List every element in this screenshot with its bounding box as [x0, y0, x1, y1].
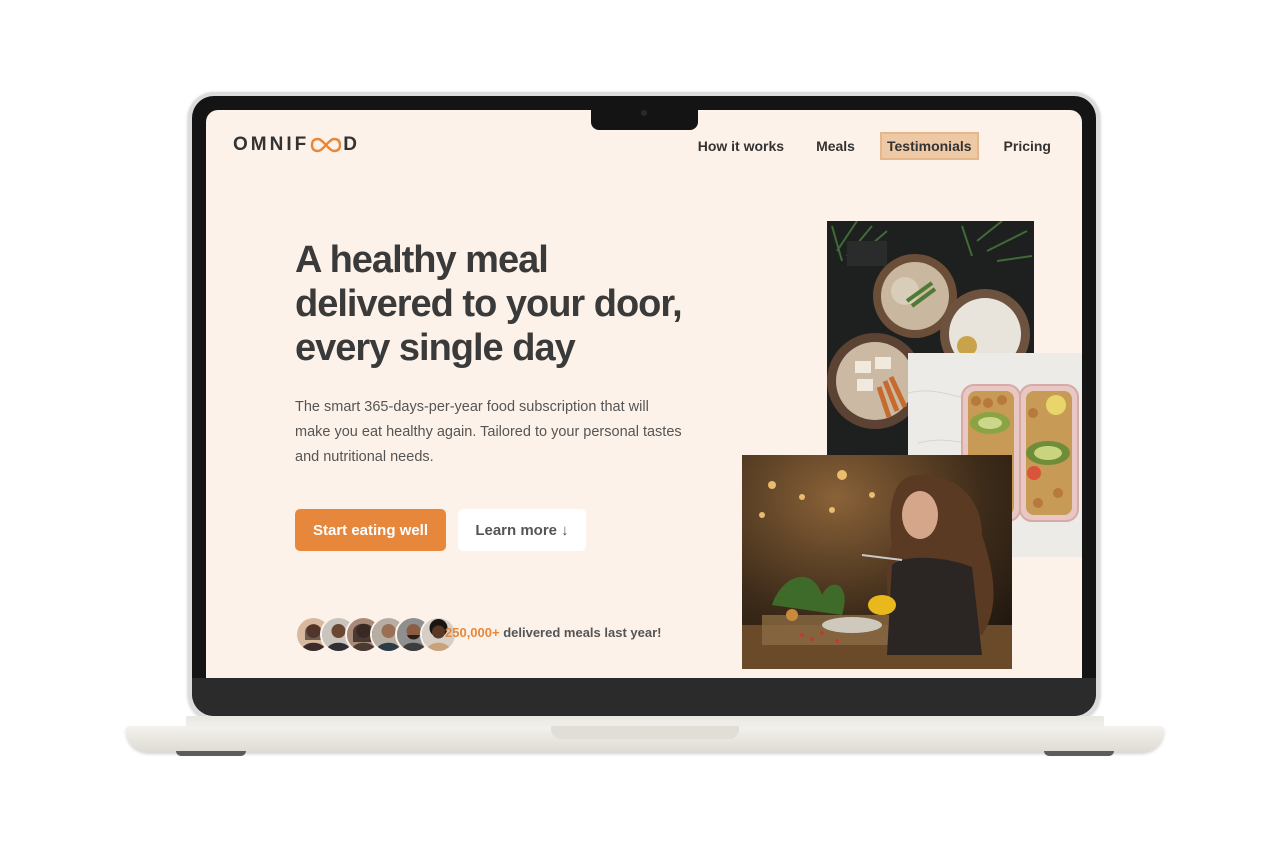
meals-count-highlight: 250,000+: [445, 625, 500, 640]
laptop-chin: [192, 678, 1096, 716]
meals-count-text: delivered meals last year!: [499, 625, 662, 640]
hero-description: The smart 365-days-per-year food subscri…: [295, 399, 682, 465]
logo-text-prefix: OMNIF: [233, 134, 310, 155]
infinity-logo-icon: [311, 137, 342, 153]
nav-pricing[interactable]: Pricing: [999, 134, 1056, 158]
customer-avatars: [295, 616, 457, 653]
logo-text-suffix: D: [343, 134, 360, 155]
camera-icon: [641, 110, 647, 116]
woman-eating-photo: [742, 455, 1012, 669]
website-screen: OMNIF D How it works Meals Testimonials …: [206, 110, 1082, 678]
laptop-foot-right: [1044, 751, 1114, 756]
camera-notch: [591, 108, 698, 130]
hero-headline: A healthy meal delivered to your door, e…: [295, 239, 683, 369]
nav-meals[interactable]: Meals: [811, 134, 860, 158]
laptop-foot-left: [176, 751, 246, 756]
nav-how-it-works[interactable]: How it works: [693, 134, 789, 158]
omnifood-logo[interactable]: OMNIF D: [233, 134, 360, 156]
delivered-meals-stat: 250,000+ delivered meals last year!: [445, 625, 661, 640]
nav-testimonials[interactable]: Testimonials: [879, 132, 979, 160]
learn-more-button[interactable]: Learn more ↓: [458, 509, 586, 551]
start-eating-well-button[interactable]: Start eating well: [295, 509, 446, 551]
laptop-base-lip: [551, 726, 739, 739]
main-nav: How it works Meals Testimonials Pricing: [671, 132, 1056, 160]
